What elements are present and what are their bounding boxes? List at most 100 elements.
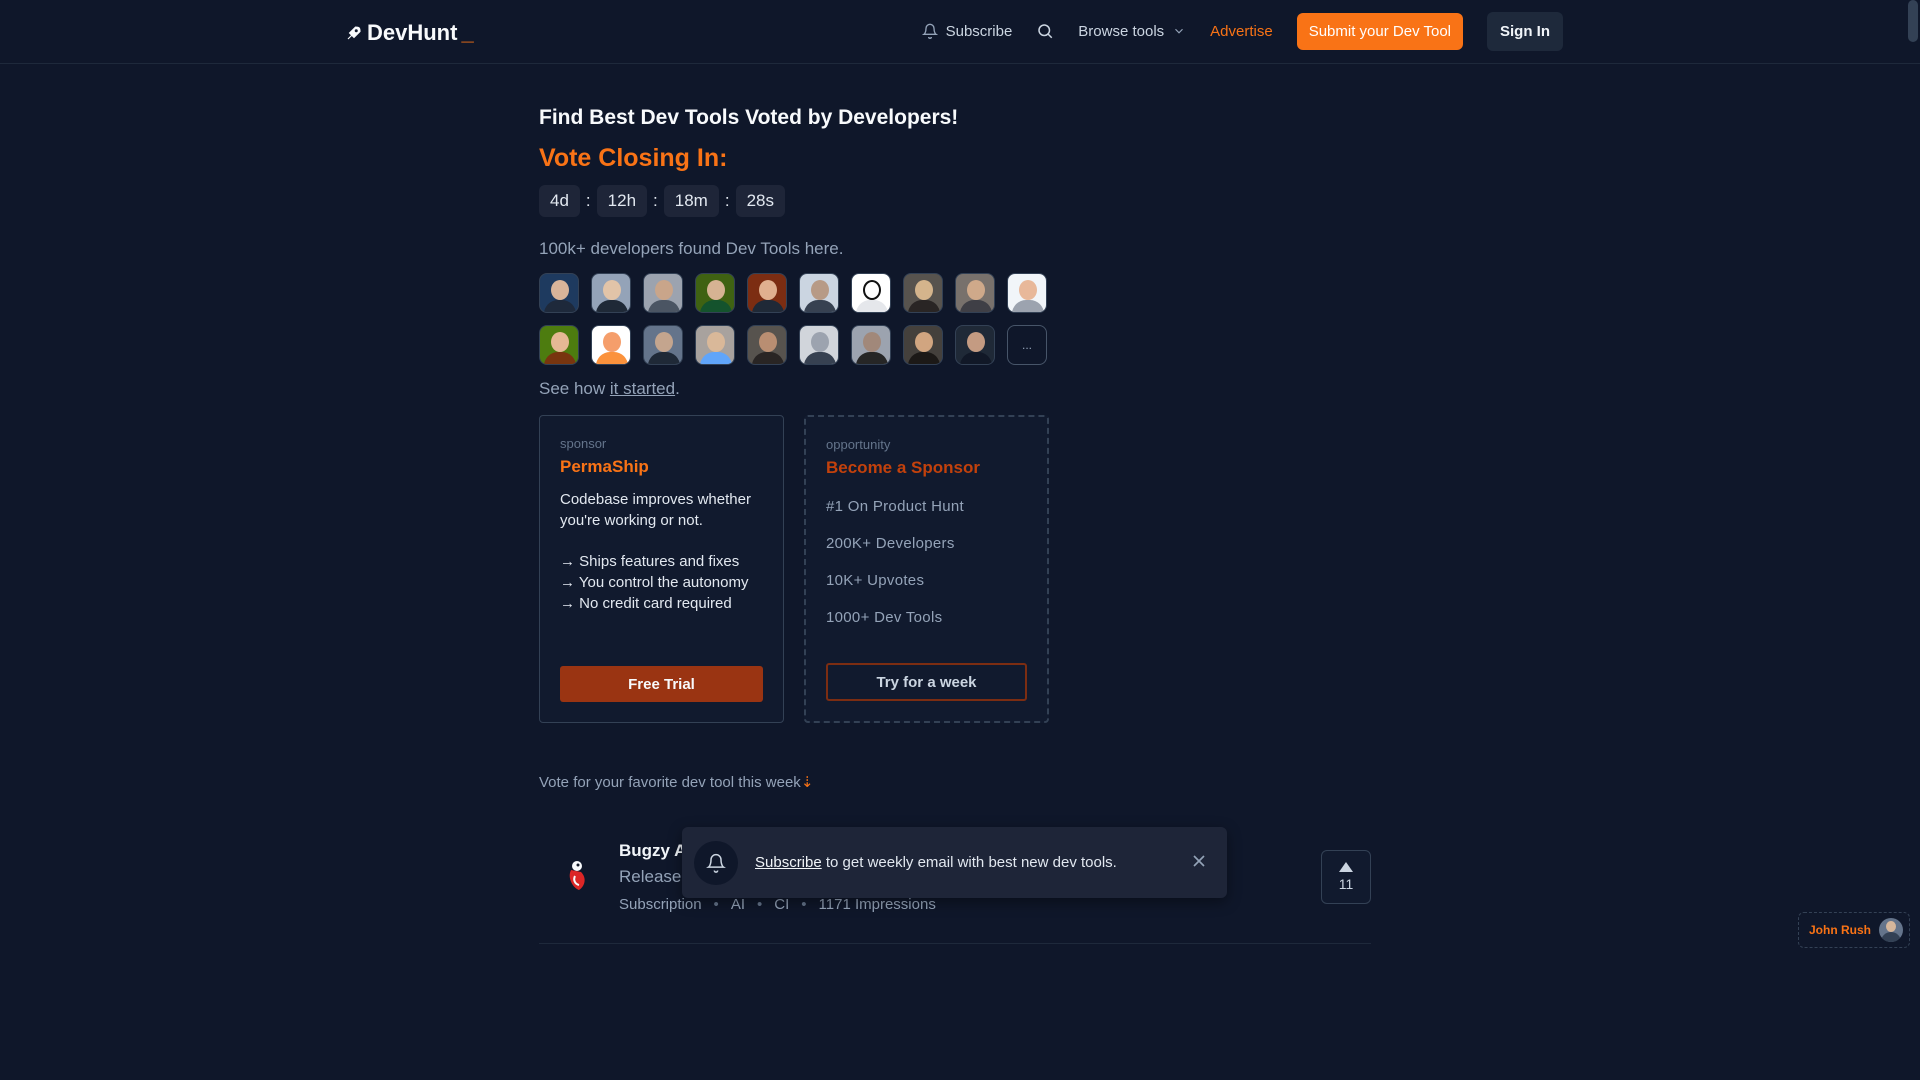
developers-count-text: 100k+ developers found Dev Tools here. (539, 239, 844, 258)
toast-message: Subscribe to get weekly email with best … (755, 854, 1117, 871)
devhunt-logo[interactable]: DevHunt _ (345, 20, 474, 46)
become-sponsor-card[interactable]: opportunity Become a Sponsor #1 On Produ… (804, 415, 1049, 723)
sponsor-stat: 10K+ Upvotes (826, 572, 925, 589)
developer-avatar[interactable] (1007, 273, 1047, 313)
timer-seconds: 28s (735, 185, 785, 217)
maker-avatar (1879, 918, 1903, 942)
triangle-up-icon (1339, 862, 1353, 872)
see-how-suffix: . (675, 379, 680, 398)
free-trial-button[interactable]: Free Trial (560, 666, 763, 702)
top-nav-bar: DevHunt _ Subscribe Browse tools Adverti… (0, 0, 1920, 64)
sign-in-button[interactable]: Sign In (1487, 11, 1563, 51)
upvote-button[interactable]: 11 (1321, 850, 1371, 904)
tag-separator: • (801, 896, 807, 913)
product-subtitle: Release (619, 867, 682, 886)
subscribe-toast: Subscribe to get weekly email with best … (682, 827, 1227, 898)
timer-hours: 12h (596, 185, 648, 217)
timer-separator: : (724, 191, 730, 210)
developer-avatar[interactable] (955, 325, 995, 365)
advertise-link[interactable]: Advertise (1210, 23, 1273, 40)
arrow-down-icon: ⇣ (800, 774, 814, 791)
bugzy-logo-icon (569, 861, 585, 890)
developer-avatar[interactable] (695, 325, 735, 365)
page-title: Find Best Dev Tools Voted by Developers! (539, 106, 959, 129)
chevron-down-icon (1175, 28, 1184, 34)
timer-minutes: 18m (663, 185, 719, 217)
upvote-count: 11 (1338, 876, 1354, 892)
developer-avatar[interactable] (747, 325, 787, 365)
developer-avatar[interactable] (903, 273, 943, 313)
product-tag[interactable]: CI (774, 896, 789, 913)
developer-avatar[interactable] (955, 273, 995, 313)
sponsor-kicker: sponsor (560, 436, 607, 451)
toast-subscribe-link[interactable]: Subscribe (755, 854, 822, 871)
bell-icon (921, 23, 938, 39)
product-impressions: 1171 Impressions (818, 896, 936, 913)
maker-badge[interactable]: John Rush (1798, 912, 1910, 948)
toast-text: to get weekly email with best new dev to… (821, 854, 1117, 871)
sponsor-title[interactable]: PermaShip (560, 457, 763, 477)
developer-avatar[interactable] (799, 325, 839, 365)
sponsor-card-permaship[interactable]: sponsor PermaShip Codebase improves whet… (539, 415, 784, 723)
countdown-timer: 4d : 12h : 18m : 28s (539, 185, 1379, 217)
rocket-icon (347, 26, 361, 40)
it-started-link[interactable]: it started (610, 379, 675, 398)
timer-separator: : (585, 191, 591, 210)
developer-avatar[interactable] (539, 325, 579, 365)
maker-name: John Rush (1809, 923, 1871, 937)
close-icon[interactable] (1189, 851, 1209, 871)
vote-closing-heading: Vote Closing In: (539, 144, 728, 172)
developer-avatar[interactable] (851, 273, 891, 313)
toast-bell-badge (694, 841, 738, 885)
subscribe-link[interactable]: Subscribe (921, 22, 1013, 40)
sponsor-feature: → Ships features and fixes (560, 553, 740, 570)
sponsor-features: → Ships features and fixes → You control… (560, 551, 763, 614)
developer-avatar[interactable] (851, 325, 891, 365)
see-how-prefix: See how (539, 379, 610, 398)
search-icon (1038, 24, 1053, 39)
bell-icon (706, 853, 726, 873)
more-avatars-button[interactable]: ... (1007, 325, 1047, 365)
scrollbar-thumb[interactable] (1908, 0, 1918, 42)
opportunity-kicker: opportunity (826, 437, 891, 452)
developer-avatar[interactable] (903, 325, 943, 365)
product-tag[interactable]: AI (731, 896, 745, 913)
sponsor-stat: 1000+ Dev Tools (826, 609, 943, 626)
sponsor-stat: 200K+ Developers (826, 535, 955, 552)
developer-avatar[interactable] (539, 273, 579, 313)
developer-avatar[interactable] (591, 273, 631, 313)
developer-avatar[interactable] (643, 325, 683, 365)
nav-menu: Subscribe Browse tools Advertise Submit … (898, 11, 1563, 51)
main-content: Find Best Dev Tools Voted by Developers!… (539, 106, 1379, 791)
product-tags: Subscription • AI • CI • 1171 Impression… (619, 896, 936, 913)
developer-avatar[interactable] (591, 325, 631, 365)
developer-avatar[interactable] (643, 273, 683, 313)
timer-days: 4d (539, 185, 580, 217)
developer-avatar[interactable] (799, 273, 839, 313)
sponsor-stat: #1 On Product Hunt (826, 498, 964, 515)
see-how-text: See how it started. (539, 379, 1379, 399)
vote-favorite-text: Vote for your favorite dev tool this wee… (539, 773, 1379, 791)
browse-tools-label: Browse tools (1078, 22, 1165, 40)
tag-separator: • (713, 896, 719, 913)
logo-underscore: _ (461, 20, 474, 45)
product-name[interactable]: Bugzy A (619, 841, 686, 861)
sponsor-description: Codebase improves whether you're working… (560, 491, 751, 529)
submit-dev-tool-button[interactable]: Submit your Dev Tool (1296, 12, 1463, 50)
sponsor-feature: → No credit card required (560, 595, 732, 612)
timer-separator: : (653, 191, 658, 210)
vote-favorite-label: Vote for your favorite dev tool this wee… (539, 774, 801, 791)
become-sponsor-title: Become a Sponsor (826, 458, 980, 477)
developer-avatars-grid: ... (539, 273, 1379, 365)
developer-avatar[interactable] (695, 273, 735, 313)
try-for-a-week-button[interactable]: Try for a week (826, 663, 1027, 701)
logo-text: DevHunt (367, 20, 458, 45)
sponsor-feature: → You control the autonomy (560, 574, 749, 591)
browse-tools-dropdown[interactable]: Browse tools (1078, 23, 1186, 40)
product-tag[interactable]: Subscription (619, 896, 702, 913)
sponsor-cards: sponsor PermaShip Codebase improves whet… (539, 415, 1379, 723)
tag-separator: • (757, 896, 763, 913)
search-button[interactable] (1036, 22, 1054, 40)
developer-avatar[interactable] (747, 273, 787, 313)
subscribe-label: Subscribe (945, 22, 1013, 40)
